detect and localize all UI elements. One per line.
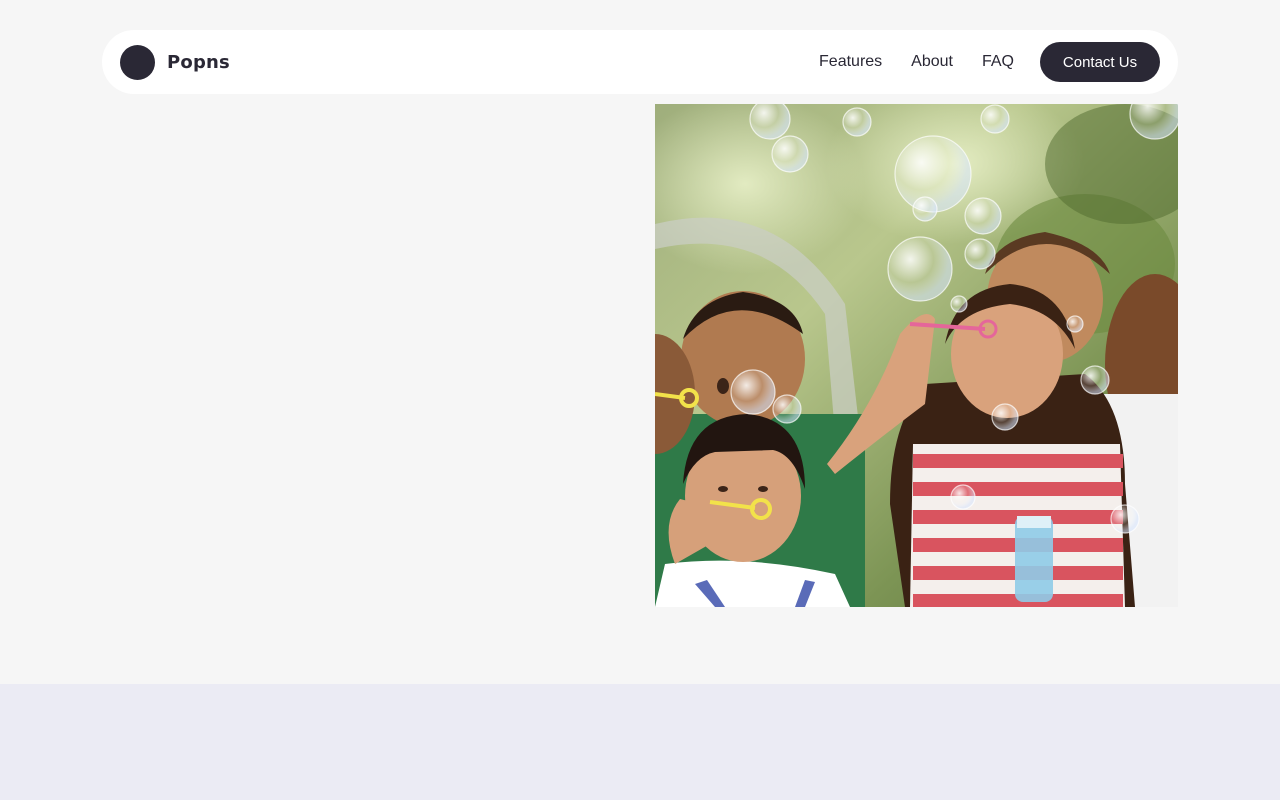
site-header: Popns Features About FAQ Contact Us: [102, 30, 1178, 94]
nav-link-about[interactable]: About: [911, 53, 953, 71]
main-nav: Features About FAQ Contact Us: [819, 42, 1160, 82]
photo-children-blowing-bubbles-icon: [655, 104, 1178, 607]
contact-us-button[interactable]: Contact Us: [1040, 42, 1160, 82]
lower-section: [0, 684, 1280, 800]
nav-link-features[interactable]: Features: [819, 53, 882, 71]
brand[interactable]: Popns: [120, 44, 230, 80]
logo-circle-icon: [120, 44, 155, 80]
brand-name: Popns: [167, 51, 230, 73]
hero-image: [655, 104, 1178, 607]
page: Popns Features About FAQ Contact Us: [0, 0, 1280, 800]
nav-link-faq[interactable]: FAQ: [982, 53, 1014, 71]
